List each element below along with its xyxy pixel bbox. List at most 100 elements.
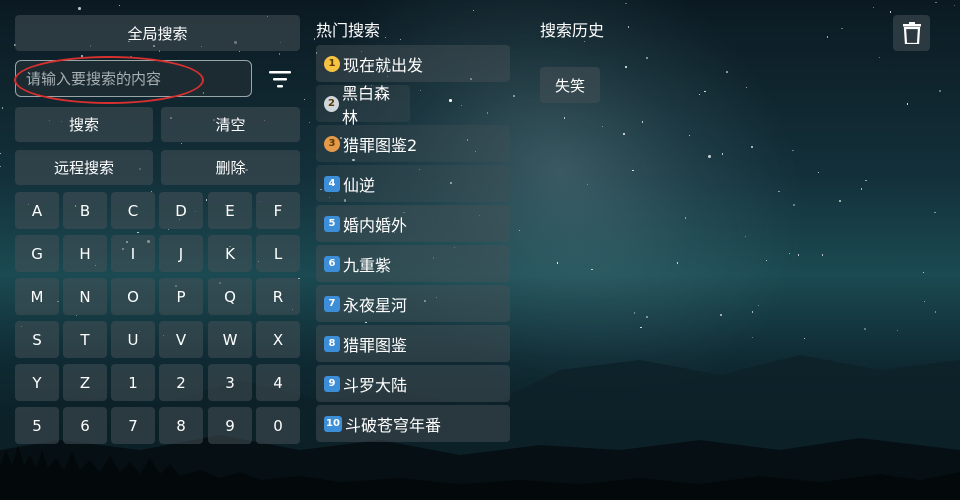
- star: [708, 155, 711, 158]
- key-e[interactable]: E: [208, 192, 252, 229]
- key-p[interactable]: P: [159, 278, 203, 315]
- hot-item-10[interactable]: 10 斗破苍穹年番: [316, 405, 510, 442]
- search-button[interactable]: 搜索: [15, 107, 153, 142]
- hot-search-title: 热门搜索: [316, 21, 381, 40]
- star: [698, 93, 700, 95]
- key-o[interactable]: O: [111, 278, 155, 315]
- key-d[interactable]: D: [159, 192, 203, 229]
- star: [939, 89, 941, 92]
- number-8-badge-icon: 8: [324, 335, 340, 352]
- star: [889, 11, 892, 14]
- gold-medal-icon: 1: [324, 55, 340, 72]
- remote-search-button[interactable]: 远程搜索: [15, 150, 153, 185]
- key-v[interactable]: V: [159, 321, 203, 358]
- key-label: 7: [128, 416, 138, 435]
- key-n[interactable]: N: [63, 278, 107, 315]
- star: [934, 211, 936, 213]
- key-label: 6: [80, 416, 90, 435]
- history-chip[interactable]: 失笑: [540, 67, 600, 103]
- key-0[interactable]: 0: [256, 407, 300, 444]
- key-x[interactable]: X: [256, 321, 300, 358]
- key-s[interactable]: S: [15, 321, 59, 358]
- hot-item-4[interactable]: 4 仙逆: [316, 165, 510, 202]
- key-j[interactable]: J: [159, 235, 203, 272]
- hot-item-label: 黑白森林: [342, 83, 391, 127]
- key-3[interactable]: 3: [208, 364, 252, 401]
- key-u[interactable]: U: [111, 321, 155, 358]
- key-4[interactable]: 4: [256, 364, 300, 401]
- search-input[interactable]: [15, 60, 252, 97]
- bronze-medal-icon: 3: [324, 135, 340, 152]
- key-label: F: [273, 201, 283, 220]
- global-search-button[interactable]: 全局搜索: [15, 15, 300, 51]
- hot-item-9[interactable]: 9 斗罗大陆: [316, 365, 510, 402]
- filter-icon[interactable]: [266, 66, 294, 92]
- star: [118, 5, 120, 7]
- star: [1, 107, 4, 109]
- star: [0, 165, 2, 167]
- key-c[interactable]: C: [111, 192, 155, 229]
- star: [624, 2, 627, 5]
- hot-item-1[interactable]: 1 现在就出发: [316, 45, 510, 82]
- star: [449, 99, 452, 102]
- key-h[interactable]: H: [63, 235, 107, 272]
- number-9-badge-icon: 9: [324, 375, 340, 392]
- key-a[interactable]: A: [15, 192, 59, 229]
- key-i[interactable]: I: [111, 235, 155, 272]
- hot-item-5[interactable]: 5 婚内婚外: [316, 205, 510, 242]
- key-z[interactable]: Z: [63, 364, 107, 401]
- key-f[interactable]: F: [256, 192, 300, 229]
- clear-button[interactable]: 清空: [161, 107, 300, 142]
- key-label: X: [272, 330, 284, 349]
- star: [839, 200, 841, 202]
- key-k[interactable]: K: [208, 235, 252, 272]
- star: [167, 229, 169, 231]
- key-label: R: [272, 287, 284, 306]
- star: [726, 70, 728, 73]
- star: [0, 153, 2, 155]
- key-label: 3: [225, 373, 235, 392]
- star: [934, 1, 937, 4]
- star: [78, 7, 81, 10]
- star: [872, 6, 875, 9]
- key-g[interactable]: G: [15, 235, 59, 272]
- hot-item-8[interactable]: 8 猎罪图鉴: [316, 325, 510, 362]
- key-y[interactable]: Y: [15, 364, 59, 401]
- key-w[interactable]: W: [208, 321, 252, 358]
- key-b[interactable]: B: [63, 192, 107, 229]
- key-label: M: [30, 287, 44, 306]
- star: [130, 55, 133, 58]
- clear-history-button[interactable]: [893, 15, 930, 51]
- hot-item-label: 仙逆: [343, 175, 376, 195]
- key-l[interactable]: L: [256, 235, 300, 272]
- hot-item-7[interactable]: 7 永夜星河: [316, 285, 510, 322]
- key-8[interactable]: 8: [159, 407, 203, 444]
- key-q[interactable]: Q: [208, 278, 252, 315]
- hot-item-3[interactable]: 3 猎罪图鉴2: [316, 125, 510, 162]
- key-label: Y: [32, 373, 42, 392]
- key-m[interactable]: M: [15, 278, 59, 315]
- key-label: E: [225, 201, 235, 220]
- hot-item-6[interactable]: 6 九重紫: [316, 245, 510, 282]
- key-6[interactable]: 6: [63, 407, 107, 444]
- star: [744, 235, 747, 237]
- key-t[interactable]: T: [63, 321, 107, 358]
- key-7[interactable]: 7: [111, 407, 155, 444]
- star: [821, 254, 824, 256]
- star: [826, 36, 828, 38]
- hot-item-label: 猎罪图鉴: [343, 335, 408, 355]
- hot-item-label: 斗破苍穹年番: [345, 415, 442, 435]
- hot-item-2[interactable]: 2 黑白森林: [316, 84, 410, 127]
- key-9[interactable]: 9: [208, 407, 252, 444]
- hot-item-label: 永夜星河: [343, 295, 408, 315]
- key-1[interactable]: 1: [111, 364, 155, 401]
- delete-button[interactable]: 删除: [161, 150, 300, 185]
- key-label: Z: [79, 373, 91, 392]
- key-2[interactable]: 2: [159, 364, 203, 401]
- number-6-badge-icon: 6: [324, 255, 340, 272]
- key-5[interactable]: 5: [15, 407, 59, 444]
- star: [793, 204, 796, 206]
- hot-item-label: 婚内婚外: [343, 215, 408, 235]
- key-r[interactable]: R: [256, 278, 300, 315]
- key-label: 8: [176, 416, 186, 435]
